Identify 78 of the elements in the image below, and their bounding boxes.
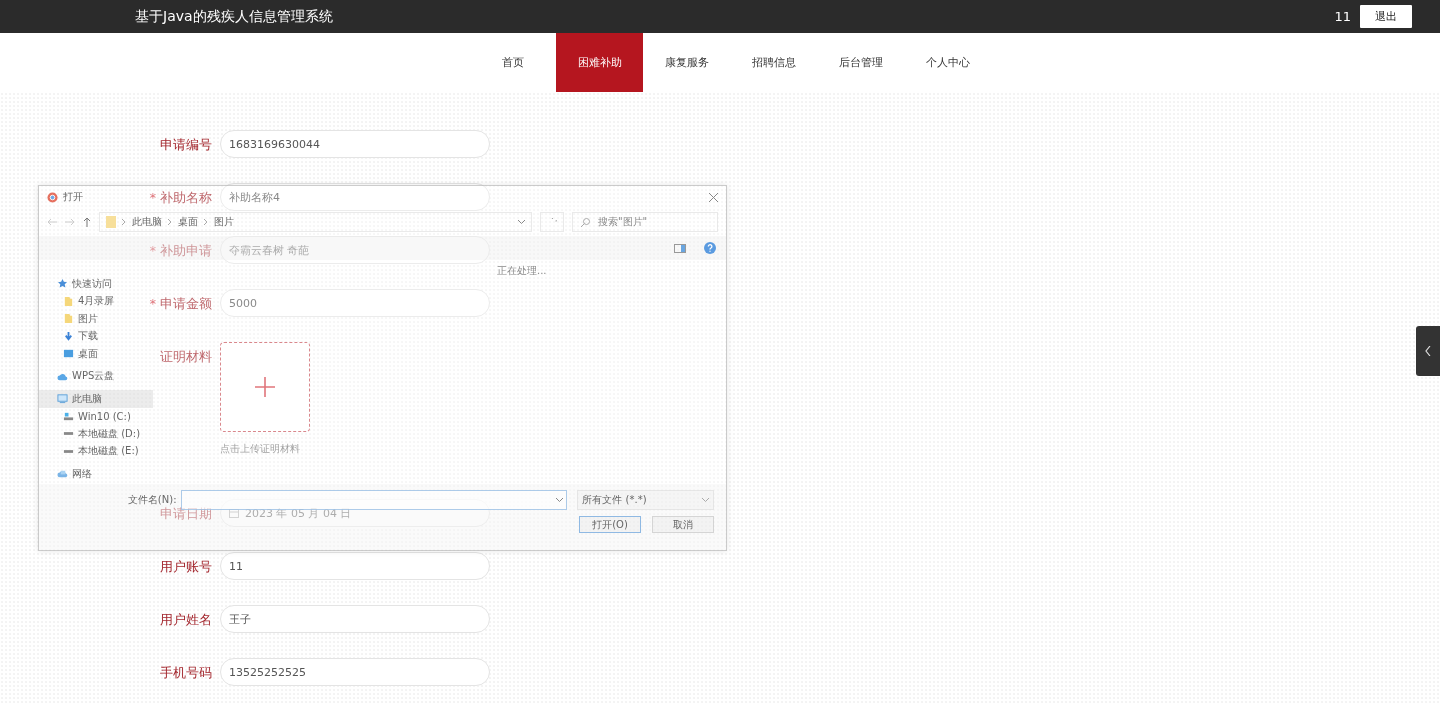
field-label: 补助名称 [160, 190, 212, 205]
sidebar-item[interactable]: Win10 (C:) [39, 407, 153, 425]
system-drive-icon [63, 410, 74, 422]
sidebar-item[interactable]: 本地磁盘 (D:) [39, 425, 153, 443]
field-label: 补助申请 [160, 243, 212, 258]
folder-icon [63, 295, 74, 307]
up-arrow-icon[interactable] [83, 217, 91, 227]
star-icon [57, 278, 68, 290]
text-field[interactable]: 5000 [220, 289, 490, 317]
sidebar-item[interactable]: 此电脑 [39, 390, 153, 408]
network-icon [57, 468, 68, 480]
sidebar-item[interactable]: 图片 [39, 310, 153, 328]
download-icon [63, 330, 74, 342]
field-label: 用户姓名 [160, 612, 212, 627]
close-icon[interactable] [709, 192, 718, 202]
field-label: 证明材料 [160, 349, 212, 364]
preview-pane-icon[interactable] [674, 243, 686, 253]
breadcrumb-item[interactable]: 图片 [214, 215, 234, 229]
help-icon[interactable] [704, 242, 716, 254]
chevron-down-icon[interactable] [518, 220, 525, 224]
required-mark: * [149, 296, 156, 311]
nav-tab[interactable]: 招聘信息 [730, 33, 817, 92]
chevron-down-icon [556, 498, 564, 502]
nav-tab[interactable]: 后台管理 [817, 33, 904, 92]
field-label: 申请编号 [160, 137, 212, 152]
desktop-icon [63, 348, 74, 360]
folder-icon [106, 216, 116, 228]
forward-arrow-icon[interactable] [65, 218, 75, 226]
search-field[interactable]: 搜索"图片" [572, 212, 718, 232]
text-field[interactable]: 1683169630044 [220, 130, 490, 158]
required-mark: * [149, 190, 156, 205]
chevron-right-icon [168, 219, 172, 225]
sidebar-item[interactable]: 快速访问 [39, 275, 153, 293]
sidebar-item[interactable]: 下载 [39, 327, 153, 345]
site-title: 基于Java的残疾人信息管理系统 [135, 7, 334, 26]
chevron-right-icon [204, 219, 208, 225]
nav-tab[interactable]: 康复服务 [643, 33, 730, 92]
chevron-down-icon [702, 498, 709, 502]
logout-button[interactable]: 退出 [1360, 5, 1412, 28]
folder-icon [63, 313, 74, 325]
filetype-dropdown[interactable]: 所有文件 (*.*) [577, 490, 714, 510]
field-label: 申请金额 [160, 296, 212, 311]
sidebar-item[interactable]: 桌面 [39, 345, 153, 363]
back-arrow-icon[interactable] [47, 218, 57, 226]
nav-tab[interactable]: 困难补助 [556, 33, 643, 92]
required-mark: * [149, 243, 156, 258]
address-bar[interactable]: 此电脑 桌面 图片 [99, 212, 532, 232]
text-field[interactable]: 11 [220, 552, 490, 580]
computer-icon [57, 393, 68, 405]
calendar-icon [229, 508, 239, 518]
filename-label: 文件名(N): [126, 493, 177, 507]
dialog-button[interactable]: 打开(O) [579, 516, 641, 533]
chevron-left-icon[interactable] [1425, 346, 1431, 356]
dialog-button[interactable]: 取消 [652, 516, 714, 533]
chevron-right-icon [122, 219, 126, 225]
breadcrumb-item[interactable]: 此电脑 [132, 215, 162, 229]
text-field[interactable]: 王子 [220, 605, 490, 633]
drive-icon [63, 448, 74, 454]
username: 11 [1334, 9, 1351, 24]
text-field[interactable]: 补助名称4 [220, 183, 490, 211]
sidebar-item[interactable]: WPS云盘 [39, 367, 153, 385]
upload-hint: 点击上传证明材料 [220, 442, 300, 456]
browser-icon [47, 191, 58, 203]
search-icon [581, 217, 590, 227]
breadcrumb-item[interactable]: 桌面 [178, 215, 198, 229]
nav-tab[interactable]: 个人中心 [904, 33, 991, 92]
text-field[interactable]: 13525252525 [220, 658, 490, 686]
dialog-title: 打开 [63, 190, 83, 204]
field-label: 用户账号 [160, 559, 212, 574]
sidebar-item[interactable]: 本地磁盘 (E:) [39, 442, 153, 460]
drive-icon [63, 431, 74, 437]
field-label: 申请日期 [160, 506, 212, 521]
nav-tab[interactable]: 首页 [469, 33, 556, 92]
status-text: 正在处理... [497, 264, 547, 278]
plus-icon [255, 377, 275, 397]
field-label: 手机号码 [160, 665, 212, 680]
upload-area[interactable] [220, 342, 310, 432]
sidebar-item[interactable]: 网络 [39, 465, 153, 483]
